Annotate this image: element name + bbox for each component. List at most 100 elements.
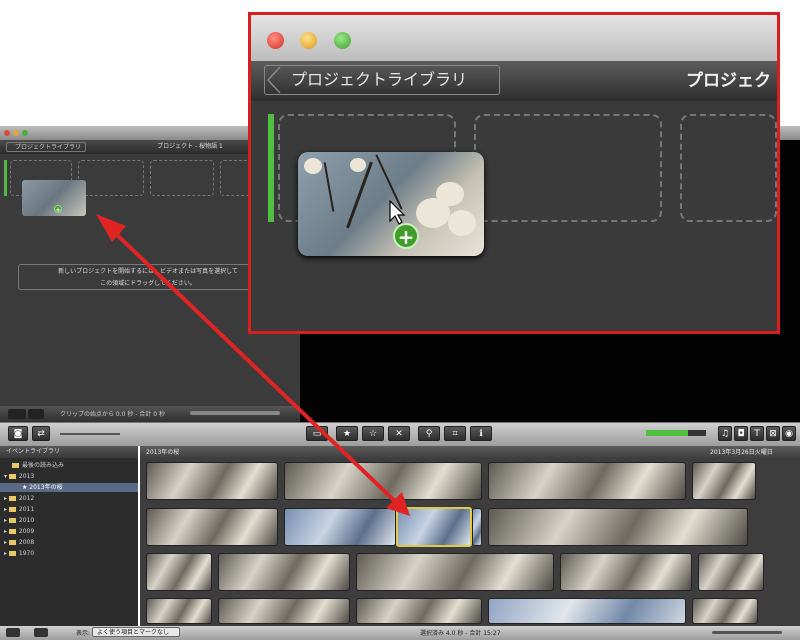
browser-zoom-slider[interactable]	[712, 631, 782, 634]
fullscreen-play-button[interactable]	[6, 628, 20, 637]
play-button[interactable]	[28, 409, 44, 419]
music-icon[interactable]: ♫	[718, 426, 732, 441]
video-clip[interactable]	[146, 462, 278, 500]
video-clip[interactable]	[146, 553, 212, 591]
close-window-button[interactable]	[267, 32, 284, 49]
photo-icon[interactable]: ◘	[734, 426, 748, 441]
event-item-label: 2013	[18, 473, 35, 480]
close-window-button[interactable]	[4, 130, 10, 136]
star-icon[interactable]: ★	[336, 426, 358, 441]
camera-icon[interactable]: ◙	[8, 426, 28, 441]
event-item-2012[interactable]: ▸ 2012	[0, 494, 138, 503]
drop-slot[interactable]	[150, 160, 214, 196]
back-arrow-icon	[266, 66, 281, 94]
event-library-header: イベントライブラリ	[0, 446, 138, 458]
blossom-shape	[448, 210, 476, 236]
event-item-2010[interactable]: ▸ 2010	[0, 516, 138, 525]
zoom-window-button[interactable]	[334, 32, 351, 49]
folder-icon	[8, 496, 16, 501]
video-clip[interactable]	[698, 553, 764, 591]
drop-slot[interactable]	[78, 160, 144, 196]
crop-icon[interactable]: ⌗	[444, 426, 466, 441]
selection-status: 選択済み 4.0 秒 - 合計 15:27	[420, 630, 501, 637]
video-clip[interactable]	[218, 598, 350, 624]
audio-meter	[646, 430, 706, 436]
insertion-bar	[268, 114, 274, 222]
event-name: 2013年の桜	[146, 449, 180, 456]
folder-icon	[8, 474, 16, 479]
project-library-back-button[interactable]: プロジェクトライブラリ	[264, 65, 500, 95]
event-item-label: 2010	[18, 517, 35, 524]
video-clip[interactable]	[356, 598, 482, 624]
title-icon[interactable]: T	[750, 426, 764, 441]
event-item-label: 2012	[18, 495, 35, 502]
x-icon[interactable]: ✕	[388, 426, 410, 441]
event-date: 2013年3月26日火曜日	[710, 449, 773, 456]
thumbnail-size-slider[interactable]	[60, 433, 120, 435]
map-icon[interactable]: ◉	[782, 426, 796, 441]
video-clip[interactable]	[488, 598, 686, 624]
video-clip[interactable]	[488, 462, 686, 500]
folder-icon	[8, 529, 16, 534]
zoom-slider[interactable]	[190, 411, 280, 415]
video-clip[interactable]	[146, 508, 278, 546]
drop-slot[interactable]	[474, 114, 662, 222]
add-plus-icon: +	[393, 223, 419, 249]
event-item-label: 2011	[18, 506, 35, 513]
info-icon[interactable]: ℹ	[470, 426, 492, 441]
project-status-text: クリップの始点から 0.0 秒 - 合計 0 秒	[60, 411, 165, 418]
folder-icon	[12, 463, 19, 468]
event-item-2008[interactable]: ▸ 2008	[0, 538, 138, 547]
video-clip[interactable]	[472, 508, 482, 546]
blossom-shape	[436, 182, 464, 206]
add-plus-icon: +	[54, 205, 62, 214]
video-clip[interactable]	[284, 508, 396, 546]
zoomed-title-bar	[251, 15, 777, 61]
event-item-2009[interactable]: ▸ 2009	[0, 527, 138, 536]
project-library-back-button[interactable]: プロジェクトライブラリ	[6, 142, 86, 152]
drop-slot[interactable]	[680, 114, 777, 222]
video-clip[interactable]	[218, 553, 350, 591]
zoomed-project-title: プロジェク	[686, 71, 771, 91]
message-line-1: 新しいプロジェクトを開始するには、ビデオまたは写真を選択して	[58, 268, 238, 275]
event-item-2011[interactable]: ▸ 2011	[0, 505, 138, 514]
video-clip[interactable]	[284, 462, 482, 500]
event-item-label: 最後の読み込み	[22, 462, 65, 469]
filter-select[interactable]: よく使う項目とマークなし	[92, 627, 180, 637]
play-button[interactable]	[34, 628, 48, 637]
zoom-window-button[interactable]	[22, 130, 28, 136]
blossom-shape	[350, 158, 366, 172]
select-button[interactable]: ▭	[306, 426, 328, 441]
minimize-window-button[interactable]	[13, 130, 19, 136]
event-item-label: 2008	[18, 539, 35, 546]
event-item-label: 1970	[18, 550, 35, 557]
mouse-cursor-icon	[389, 200, 406, 225]
video-clip[interactable]	[692, 462, 756, 500]
insertion-bar	[4, 160, 7, 196]
event-item-2013-sakura[interactable]: ★ 2013年の桜	[0, 483, 138, 492]
minimize-window-button[interactable]	[300, 32, 317, 49]
event-browser-header	[140, 446, 800, 458]
video-clip[interactable]	[560, 553, 692, 591]
event-item-recent[interactable]: 最後の読み込み	[0, 461, 138, 470]
video-clip[interactable]	[488, 508, 748, 546]
branch-shape	[323, 162, 335, 212]
event-item-1970[interactable]: ▸ 1970	[0, 549, 138, 558]
selected-clip-range[interactable]	[396, 507, 472, 547]
video-clip[interactable]	[356, 553, 554, 591]
event-item-label: 2009	[18, 528, 35, 535]
event-item-2013[interactable]: ▾ 2013	[0, 472, 138, 481]
folder-icon	[8, 518, 16, 523]
folder-icon	[8, 507, 16, 512]
event-item-label: 2013年の桜	[29, 484, 63, 491]
folder-icon	[8, 540, 16, 545]
wand-icon[interactable]: ⚲	[418, 426, 440, 441]
fullscreen-play-button[interactable]	[8, 409, 26, 419]
swap-icon[interactable]: ⇄	[32, 426, 50, 441]
project-title: プロジェクト - 桜物語 1	[157, 143, 223, 150]
transition-icon[interactable]: ⊠	[766, 426, 780, 441]
empty-star-icon[interactable]: ☆	[362, 426, 384, 441]
video-clip[interactable]	[146, 598, 212, 624]
blossom-shape	[304, 158, 322, 174]
video-clip[interactable]	[692, 598, 758, 624]
